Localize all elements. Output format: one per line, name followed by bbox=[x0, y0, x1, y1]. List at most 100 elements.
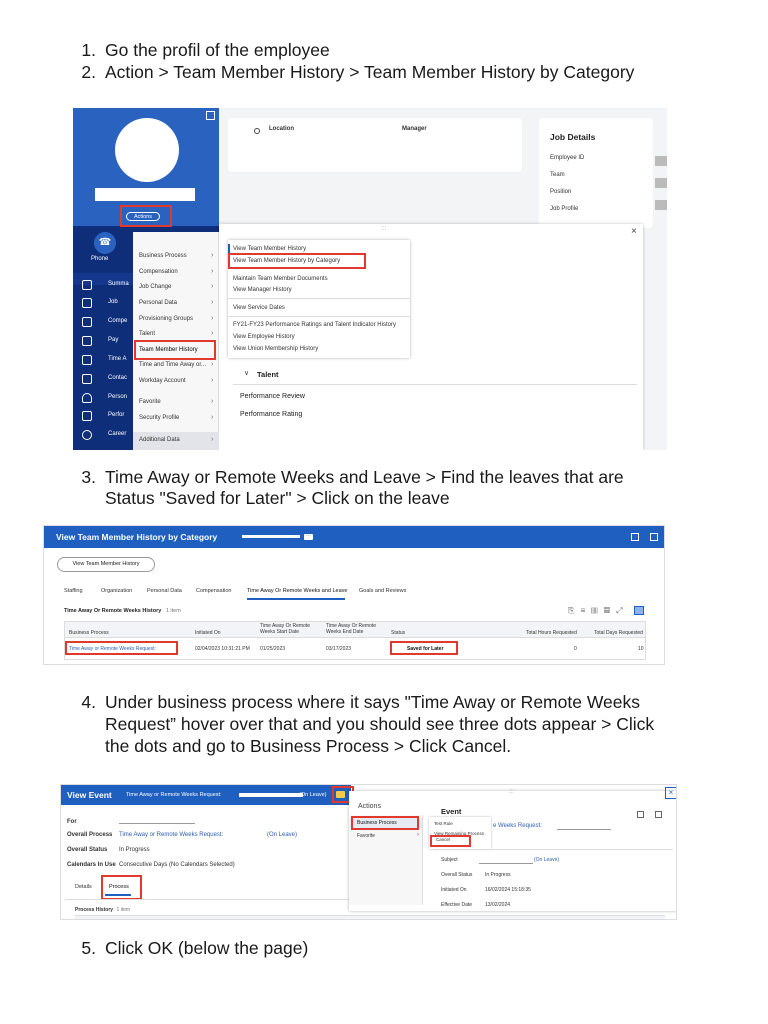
col-initiated-on: Initiated On bbox=[195, 630, 221, 636]
tab-staffing[interactable]: Staffing bbox=[64, 588, 83, 594]
more-options-icon[interactable]: ··· bbox=[304, 534, 313, 540]
tab-personal-data[interactable]: Personal Data bbox=[147, 588, 182, 594]
nav-item-performance[interactable]: Perfor bbox=[108, 412, 124, 418]
phone-icon[interactable]: ☎ bbox=[94, 232, 116, 254]
field-for-value-redacted bbox=[119, 823, 195, 824]
drag-handle-icon[interactable]: ::: bbox=[381, 226, 386, 232]
menu-personal-data[interactable]: Personal Data bbox=[139, 300, 177, 306]
on-leave-label: (On Leave) bbox=[299, 792, 327, 798]
chevron-right-icon: › bbox=[211, 299, 214, 306]
event-subject-value[interactable]: (On Leave) bbox=[534, 857, 559, 863]
tab-compensation[interactable]: Compensation bbox=[196, 588, 231, 594]
menu-security-profile[interactable]: Security Profile bbox=[139, 415, 179, 421]
close-icon[interactable]: × bbox=[631, 226, 637, 237]
pay-icon bbox=[82, 336, 92, 346]
step-text: Time Away or Remote Weeks and Leave > Fi… bbox=[105, 467, 624, 487]
event-effective-label: Effective Date bbox=[441, 902, 473, 908]
step-number: 4. bbox=[81, 692, 96, 712]
drag-handle-icon[interactable]: ::: bbox=[509, 789, 514, 795]
talent-section-title: Talent bbox=[257, 370, 279, 379]
event-link-redacted bbox=[557, 829, 611, 830]
menu-time-and-time-away[interactable]: Time and Time Away or... bbox=[139, 362, 206, 368]
summary-icon bbox=[82, 280, 92, 290]
employee-name-redacted bbox=[239, 793, 303, 797]
step-number: 3. bbox=[81, 467, 96, 487]
menu-workday-account[interactable]: Workday Account bbox=[139, 378, 186, 384]
step-text: Status "Saved for Later" > Click on the … bbox=[105, 488, 450, 508]
col-end-date: Time Away Or Remote Weeks End Date bbox=[326, 623, 377, 635]
submenu-divider bbox=[228, 298, 410, 299]
chevron-right-icon: › bbox=[417, 832, 419, 838]
menu-business-process[interactable]: Business Process bbox=[139, 253, 187, 259]
submenu-test-rule[interactable]: Test Rule bbox=[434, 821, 453, 826]
nav-item-pay[interactable]: Pay bbox=[108, 337, 118, 343]
cell-initiated-on: 02/04/2023 10:31:21 PM bbox=[195, 646, 250, 652]
col-start-date: Time Away Or Remote Weeks Start Date bbox=[260, 623, 311, 635]
col-business-process: Business Process bbox=[69, 630, 109, 636]
export-icon[interactable] bbox=[631, 533, 639, 541]
overall-process-on-leave[interactable]: (On Leave) bbox=[267, 832, 297, 838]
time-icon bbox=[82, 355, 92, 365]
submenu-view-union-membership[interactable]: View Union Membership History bbox=[233, 346, 318, 352]
step-number: 2. bbox=[81, 62, 96, 82]
highlight-history-by-category bbox=[228, 253, 366, 269]
page-title: View Event bbox=[67, 790, 112, 800]
cell-start-date: 01/25/2023 bbox=[260, 646, 286, 652]
tab-details[interactable]: Details bbox=[75, 884, 92, 890]
chevron-right-icon: › bbox=[211, 252, 214, 259]
menu-favorite[interactable]: Favorite bbox=[139, 399, 161, 405]
field-overall-status-label: Overall Status bbox=[67, 847, 108, 853]
event-status-value: In Progress bbox=[485, 872, 511, 878]
submenu-view-employee-history[interactable]: View Employee History bbox=[233, 334, 295, 340]
menu-talent[interactable]: Talent bbox=[139, 331, 155, 337]
chevron-right-icon: › bbox=[211, 398, 214, 405]
menu-compensation[interactable]: Compensation bbox=[139, 269, 178, 275]
nav-item-job[interactable]: Job bbox=[108, 299, 118, 305]
tab-time-away[interactable]: Time Away Or Remote Weeks and Leave bbox=[247, 588, 347, 594]
menu-additional-data[interactable]: Additional Data bbox=[139, 437, 180, 443]
event-initiated-label: Initiated On bbox=[441, 887, 467, 893]
event-process-link[interactable]: e Weeks Request: bbox=[493, 823, 542, 829]
action-favorite[interactable]: Favorite bbox=[357, 833, 375, 839]
cell-total-days: 10 bbox=[638, 646, 644, 652]
submenu-maintain-documents[interactable]: Maintain Team Member Documents bbox=[233, 276, 328, 282]
event-subject-label: Subject bbox=[441, 857, 458, 863]
submenu-view-service-dates[interactable]: View Service Dates bbox=[233, 305, 285, 311]
table-toolbar-icons[interactable]: ⎘ ≡ ▥ ▦ ⤢ bbox=[568, 606, 625, 616]
nav-item-summary[interactable]: Summa bbox=[108, 281, 129, 287]
location-pin-icon bbox=[254, 128, 260, 134]
nav-item-contact[interactable]: Contac bbox=[108, 375, 127, 381]
chevron-down-icon[interactable]: ∨ bbox=[244, 369, 249, 377]
cell-end-date: 03/17/2023 bbox=[326, 646, 352, 652]
nav-item-personal[interactable]: Person bbox=[108, 394, 127, 400]
nav-item-compensation[interactable]: Compe bbox=[108, 318, 127, 324]
avatar bbox=[115, 118, 179, 182]
submenu-performance-ratings-history[interactable]: FY21-FY23 Performance Ratings and Talent… bbox=[233, 322, 396, 328]
expand-icon[interactable] bbox=[206, 111, 215, 120]
screenshot-history-by-category: View Team Member History by Category ···… bbox=[43, 525, 665, 665]
performance-review-item[interactable]: Performance Review bbox=[240, 393, 305, 400]
tab-goals-reviews[interactable]: Goals and Reviews bbox=[359, 588, 406, 594]
process-history-text: Process History bbox=[75, 907, 114, 913]
menu-provisioning-groups[interactable]: Provisioning Groups bbox=[139, 316, 193, 322]
view-team-member-history-button[interactable]: View Team Member History bbox=[57, 557, 155, 572]
menu-job-change[interactable]: Job Change bbox=[139, 284, 171, 290]
print-icon[interactable] bbox=[655, 811, 662, 818]
grid-view-icon[interactable] bbox=[634, 606, 644, 615]
export-icon[interactable] bbox=[637, 811, 644, 818]
tab-organization[interactable]: Organization bbox=[101, 588, 132, 594]
print-icon[interactable] bbox=[650, 533, 658, 541]
close-icon[interactable]: × bbox=[665, 787, 676, 799]
screenshot-profile-actions: Actions ☎ Phone Summa Job Compe Pay Time… bbox=[73, 108, 667, 450]
nav-item-career[interactable]: Career bbox=[108, 431, 126, 437]
nav-item-time[interactable]: Time A bbox=[108, 356, 126, 362]
chevron-right-icon: › bbox=[211, 283, 214, 290]
submenu-view-manager-history[interactable]: View Manager History bbox=[233, 287, 292, 293]
step-number: 5. bbox=[81, 938, 96, 958]
performance-rating-item[interactable]: Performance Rating bbox=[240, 411, 302, 418]
field-job-profile: Job Profile bbox=[550, 206, 579, 212]
submenu-view-team-member-history[interactable]: View Team Member History bbox=[233, 246, 306, 252]
event-initiated-value: 16/02/2024 15:18:35 bbox=[485, 887, 531, 893]
col-total-days: Total Days Requested bbox=[594, 630, 643, 636]
overall-process-link[interactable]: Time Away or Remote Weeks Request: bbox=[119, 832, 223, 838]
